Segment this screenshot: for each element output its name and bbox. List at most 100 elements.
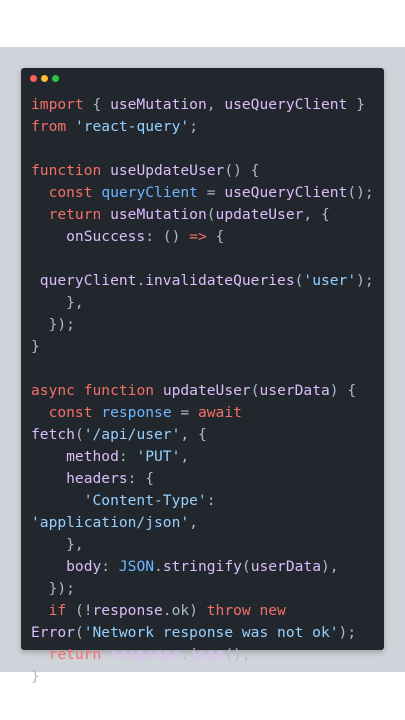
code-token: const	[31, 404, 93, 421]
code-token: :	[118, 448, 137, 465]
code-window: import { useMutation, useQueryClient } fr…	[21, 68, 384, 685]
code-token: },	[31, 536, 84, 553]
code-token: useMutation	[110, 206, 207, 223]
code-token: throw	[206, 602, 251, 619]
code-token: : {	[127, 470, 155, 487]
code-token: .	[180, 646, 190, 663]
code-token: ,	[206, 96, 225, 113]
code-token: userData	[250, 558, 321, 575]
code-line: const queryClient = useQueryClient();	[31, 182, 384, 204]
code-token: Error	[31, 624, 75, 641]
zoom-dot-icon[interactable]	[52, 75, 59, 82]
code-token: useQueryClient	[224, 184, 348, 201]
code-token: queryClient	[31, 272, 137, 289]
code-token: 'react-query'	[74, 118, 190, 135]
code-token: headers	[31, 470, 128, 487]
code-line: fetch('/api/user', {	[31, 424, 384, 446]
code-token: },	[31, 294, 84, 311]
code-line: const response = await	[31, 402, 384, 424]
code-token: import	[31, 96, 84, 113]
code-token: (	[74, 426, 84, 443]
code-token: 'Content-Type'	[31, 492, 207, 509]
code-line: if (!response.ok) throw new	[31, 600, 384, 622]
code-token: ,	[180, 448, 190, 465]
code-token: {	[206, 228, 225, 245]
code-token: function	[31, 162, 102, 179]
code-line: function useUpdateUser() {	[31, 160, 384, 182]
code-token: const	[31, 184, 93, 201]
code-token: invalidateQueries	[145, 272, 295, 289]
code-token: : ()	[145, 228, 190, 245]
code-token: (	[74, 624, 84, 641]
code-token: return	[31, 646, 102, 663]
code-line: import { useMutation, useQueryClient }	[31, 94, 384, 116]
code-token: }	[31, 668, 40, 685]
code-token: useUpdateUser	[110, 162, 225, 179]
code-token: method	[31, 448, 119, 465]
code-token: response	[92, 602, 163, 619]
code-token: =>	[189, 228, 207, 245]
code-line: headers: {	[31, 468, 384, 490]
code-token: (	[206, 206, 216, 223]
code-line: return response.json();	[31, 644, 384, 666]
code-token: async	[31, 382, 75, 399]
code-token: {	[83, 96, 111, 113]
code-token: }	[31, 338, 40, 355]
close-dot-icon[interactable]	[30, 75, 37, 82]
code-line: body: JSON.stringify(userData),	[31, 556, 384, 578]
code-line: },	[31, 534, 384, 556]
window-controls	[30, 75, 59, 82]
code-token: 'Network response was not ok'	[83, 624, 339, 641]
code-token: json	[189, 646, 225, 663]
code-line: });	[31, 578, 384, 600]
code-token: .	[154, 558, 163, 575]
code-token: ();	[224, 646, 251, 663]
code-token: }	[347, 96, 365, 113]
code-token: (!	[66, 602, 93, 619]
code-token: ,	[189, 514, 198, 531]
code-token: , {	[303, 206, 330, 223]
code-line: });	[31, 314, 384, 336]
code-token: response	[110, 646, 181, 663]
code-token: if	[31, 602, 67, 619]
code-token: await	[197, 404, 242, 421]
code-line: },	[31, 292, 384, 314]
code-token: body	[31, 558, 102, 575]
code-token: JSON	[118, 558, 155, 575]
code-token: );	[338, 624, 357, 641]
code-token: .	[136, 272, 146, 289]
code-line: }	[31, 666, 384, 688]
code-line: 'application/json',	[31, 512, 384, 534]
code-token: 'application/json'	[31, 514, 190, 531]
code-token: , {	[180, 426, 207, 443]
code-token: useQueryClient	[224, 96, 348, 113]
code-token: '/api/user'	[83, 426, 181, 443]
code-token: });	[31, 316, 75, 333]
code-token: stringify	[162, 558, 242, 575]
code-token: updateUser	[215, 206, 304, 223]
code-line: Error('Network response was not ok');	[31, 622, 384, 644]
code-token: fetch	[31, 426, 75, 443]
code-token: from	[31, 118, 67, 135]
code-token: ;	[189, 118, 198, 135]
code-line: }	[31, 336, 384, 358]
code-token: ();	[347, 184, 374, 201]
code-token: return	[31, 206, 102, 223]
code-line: 'Content-Type':	[31, 490, 384, 512]
code-line: queryClient.invalidateQueries('user');	[31, 270, 384, 292]
code-token: (	[241, 558, 251, 575]
code-token: useMutation	[110, 96, 207, 113]
code-token: (	[250, 382, 260, 399]
code-line: method: 'PUT',	[31, 446, 384, 468]
code-token: updateUser	[162, 382, 251, 399]
code-token: userData	[259, 382, 330, 399]
minimize-dot-icon[interactable]	[41, 75, 48, 82]
code-token: =	[171, 404, 198, 421]
code-token: ) {	[329, 382, 357, 399]
code-token: 'PUT'	[136, 448, 181, 465]
